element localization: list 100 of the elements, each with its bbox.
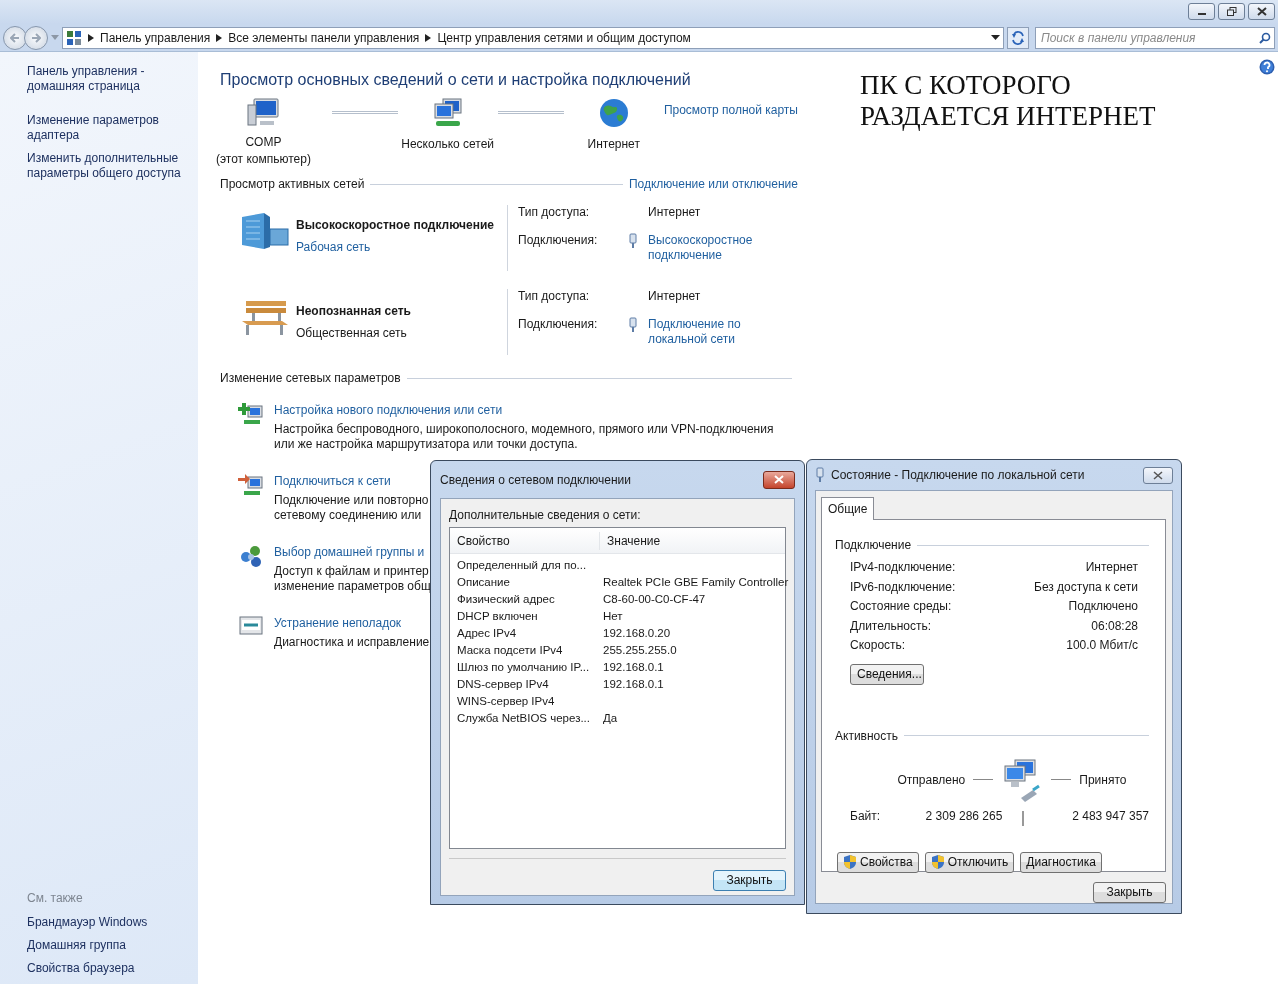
page-title: Просмотр основных сведений о сети и настройка подключений [220, 70, 692, 90]
node-label: (этот компьютер) [215, 151, 311, 169]
task-link[interactable]: Выбор домашней группы и [274, 543, 431, 562]
close-icon [1256, 7, 1267, 16]
value-cell-text: C8-60-00-C0-CF-47 [602, 592, 706, 607]
close-icon [1153, 470, 1163, 480]
connection-link[interactable]: Подключение по локальной сети [648, 316, 798, 356]
maximize-button[interactable] [1218, 3, 1245, 20]
field-label: Длительность: [850, 617, 932, 635]
address-field[interactable]: Панель управления Все элементы панели управления Центр управления сетями и общим доступом [62, 26, 1004, 49]
value-cell-text: 192.168.0.20 [602, 626, 671, 641]
breadcrumb[interactable]: Все элементы панели управления [228, 28, 420, 47]
field-value: Интернет [1085, 559, 1138, 576]
refresh-icon [1011, 30, 1025, 45]
help-icon[interactable] [1259, 59, 1275, 75]
forward-arrow-icon [31, 32, 41, 43]
section-heading: Подключение [835, 537, 912, 554]
network-category-link[interactable]: Рабочая сеть [296, 238, 494, 257]
breadcrumb-arrow-icon [216, 33, 223, 42]
shield-icon [930, 854, 945, 870]
field-label: IPv4-подключение: [850, 559, 956, 576]
dialog-caption: Дополнительные сведения о сети: [449, 507, 642, 524]
field-label: Тип доступа: [518, 289, 591, 306]
value-cell-text: 192.168.0.1 [602, 677, 664, 692]
property-cell-text: Определенный для по... [456, 558, 588, 573]
node-label: Несколько сетей [401, 136, 495, 154]
property-cell-text: Физический адрес [456, 592, 556, 607]
network-name: Высокоскоростное подключение [296, 217, 494, 235]
value-cell-text: 192.168.0.1 [602, 660, 664, 675]
dropdown-arrow-icon[interactable] [991, 34, 1000, 41]
field-value: Интернет [648, 205, 702, 222]
plug-icon [628, 232, 638, 249]
connection-link[interactable]: Высокоскоростное подключение [648, 232, 798, 272]
breadcrumb[interactable]: Панель управления [100, 28, 211, 47]
breadcrumb[interactable]: Центр управления сетями и общим доступом [437, 28, 691, 47]
search-field[interactable]: Поиск в панели управления [1035, 26, 1275, 49]
node-label: Интернет [587, 136, 640, 154]
field-value: Интернет [648, 289, 702, 306]
close-button[interactable] [1248, 3, 1275, 20]
see-also-heading: См. также [27, 890, 84, 907]
sidebar-link[interactable]: Домашняя группа [27, 938, 188, 953]
breadcrumb-arrow-icon [88, 33, 94, 42]
section-heading: Активность [835, 727, 898, 745]
annotation-text: ПК С КОТОРОГО РАЗДАЕТСЯ ИНТЕРНЕТ [860, 70, 1156, 132]
network-category: Общественная сеть [296, 325, 408, 343]
column-header[interactable]: Свойство [450, 531, 600, 550]
task-description: Подключение или повторно сетевому соединению или [274, 493, 429, 524]
connect-disconnect-link[interactable]: Подключение или отключение [628, 175, 798, 194]
section-heading: Просмотр активных сетей [220, 176, 365, 194]
action-button[interactable]: Диагностика [1020, 851, 1102, 873]
search-icon[interactable] [1259, 31, 1271, 44]
sidebar-link[interactable]: Свойства браузера [27, 961, 188, 976]
close-button[interactable] [1143, 466, 1173, 484]
field-label: Состояние среды: [850, 598, 952, 615]
plug-icon [815, 467, 825, 483]
received-label: Принято [1079, 771, 1127, 789]
field-value: Без доступа к сети [1034, 578, 1138, 596]
tab[interactable]: Общие [821, 497, 875, 520]
breadcrumb-arrow-icon [425, 33, 432, 42]
sidebar-link[interactable]: Изменить дополнительные параметры общего доступа [27, 151, 188, 181]
close-button[interactable]: Закрыть [1093, 882, 1166, 903]
sent-bytes: 2 309 286 265 [924, 808, 1003, 825]
property-cell-text: Маска подсети IPv4 [456, 643, 564, 658]
sidebar-link[interactable]: Брандмауэр Windows [27, 915, 188, 930]
plug-icon [628, 316, 638, 333]
field-value: 100.0 Мбит/с [1066, 637, 1138, 654]
field-label: Тип доступа: [518, 205, 591, 222]
close-button[interactable] [763, 470, 795, 489]
task-link[interactable]: Устранение неполадок [274, 614, 430, 633]
property-cell-text: DHCP включен [456, 609, 539, 624]
task-description: Диагностика и исправление [274, 635, 430, 651]
task-link[interactable]: Настройка нового подключения или сети [274, 401, 774, 420]
dialog-title: Состояние - Подключение по локальной сети [831, 467, 1086, 484]
value-cell-text: Realtek PCIe GBE Family Controller [602, 575, 789, 590]
minimize-button[interactable] [1188, 3, 1215, 20]
field-label: Скорость: [850, 637, 906, 654]
action-button[interactable]: Свойства [837, 851, 919, 873]
close-button[interactable]: Закрыть [713, 870, 786, 891]
field-label: IPv6-подключение: [850, 578, 956, 596]
full-map-link[interactable]: Просмотр полной карты [663, 101, 798, 120]
task-link[interactable]: Подключиться к сети [274, 472, 429, 491]
sidebar-link[interactable]: Изменение параметров адаптера [27, 113, 188, 143]
column-header[interactable]: Значение [600, 531, 661, 550]
globe-icon [597, 97, 630, 130]
sidebar-link[interactable]: Панель управления - домашняя страница [27, 64, 188, 94]
task-description: Настройка беспроводного, широкополосного, модемного, прямого или VPN-подключения или же настройка маршрутизатора или точки доступа. [274, 422, 774, 453]
field-label: Подключения: [518, 316, 599, 333]
refresh-button[interactable] [1007, 26, 1029, 49]
field-label: Подключения: [518, 232, 599, 249]
received-bytes: 2 483 947 357 [1071, 808, 1149, 825]
shield-icon [843, 854, 857, 870]
restore-icon [1226, 7, 1237, 16]
details-button[interactable]: Сведения... [850, 663, 924, 685]
value-cell-text: Нет [602, 609, 623, 624]
action-button[interactable]: Отключить [924, 851, 1015, 873]
homegroup-icon [238, 543, 264, 570]
value-cell-text: 255.255.255.0 [602, 643, 677, 658]
property-cell-text: WINS-сервер IPv4 [456, 694, 556, 709]
close-icon [774, 475, 784, 484]
dialog-title: Сведения о сетевом подключении [440, 471, 631, 489]
